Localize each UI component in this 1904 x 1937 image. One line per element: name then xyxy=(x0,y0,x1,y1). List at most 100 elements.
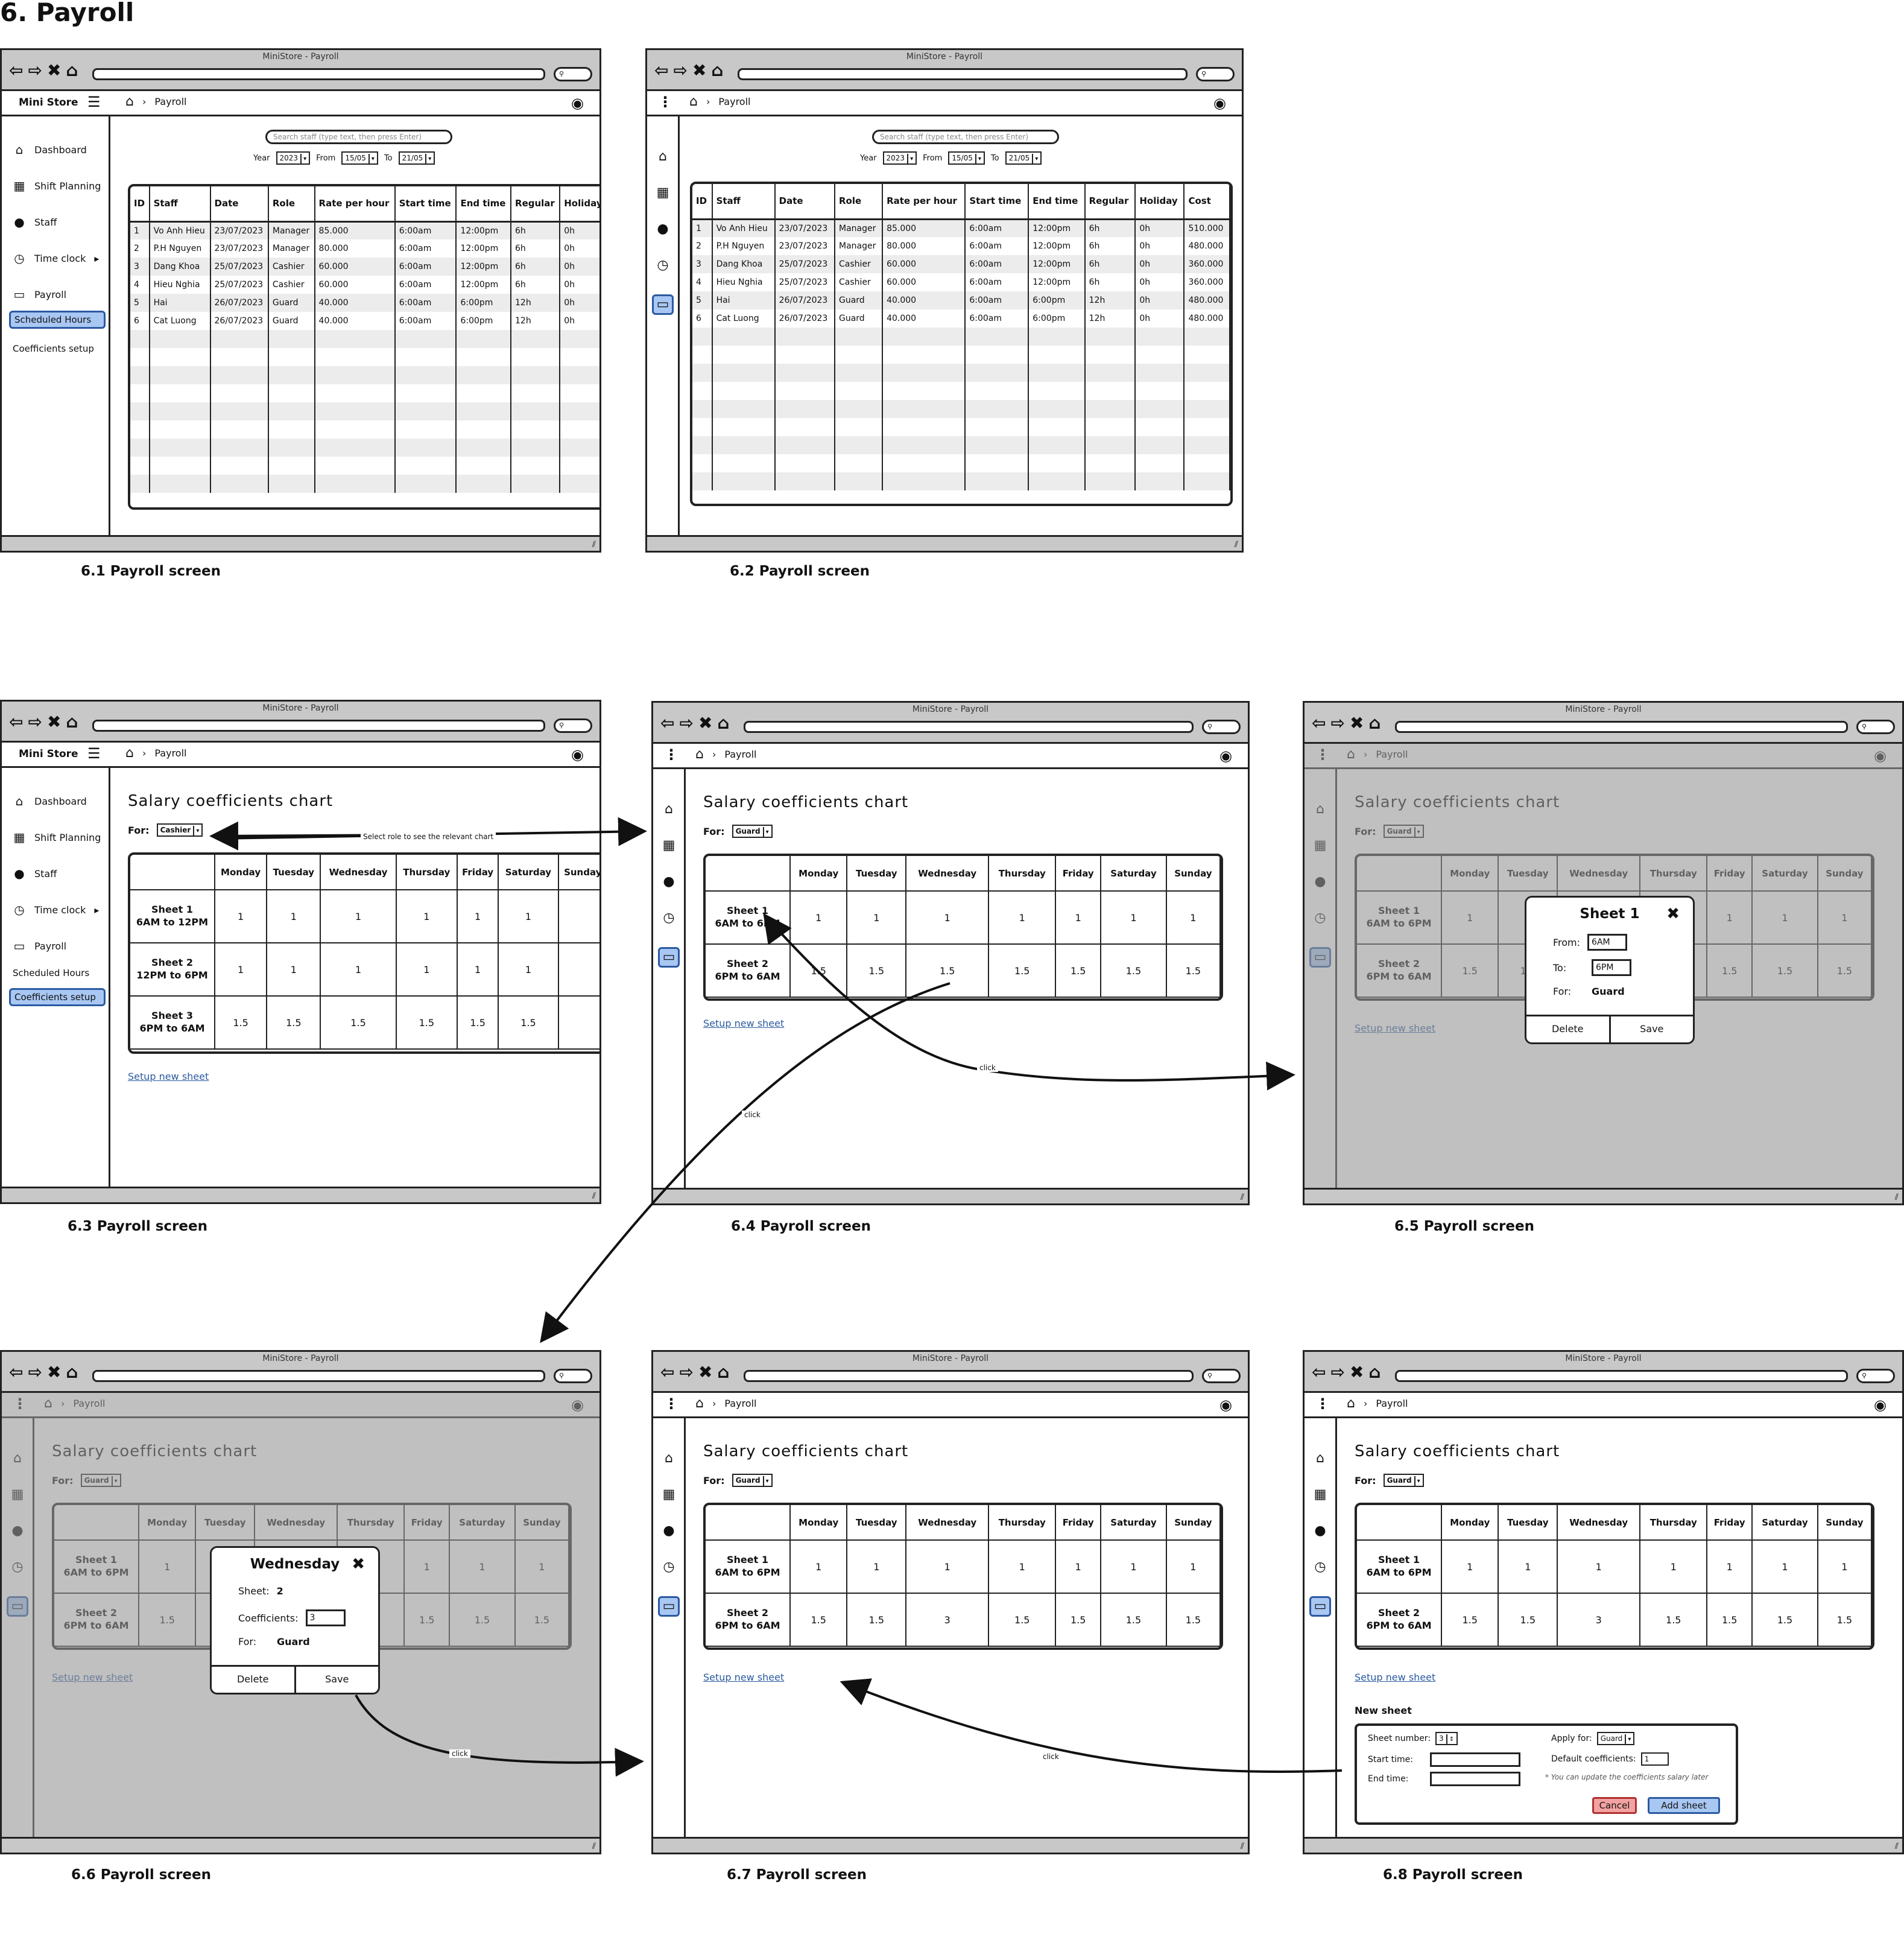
coefficient-cell[interactable]: 1.5 xyxy=(498,996,559,1050)
home-icon[interactable]: ⌂ xyxy=(695,1396,704,1411)
sidebar-item-timeclock[interactable]: ◷ Time clock ▸ xyxy=(2,901,109,919)
coefficient-cell[interactable]: 1 xyxy=(1166,1540,1221,1594)
coefficient-cell[interactable]: 1 xyxy=(320,890,397,943)
sidebar-item-coefficients[interactable]: Coefficients setup xyxy=(9,340,106,358)
column-header[interactable]: Date xyxy=(210,186,269,223)
table-row[interactable]: Sheet 2 12PM to 6PM 1 1 1 1 1 1 xyxy=(130,943,599,997)
coefficient-cell[interactable]: 1.5 xyxy=(267,996,321,1050)
coefficient-cell[interactable]: 1 xyxy=(1055,891,1102,945)
role-select[interactable]: Guard▾ xyxy=(732,825,773,838)
close-icon[interactable]: ✖ xyxy=(47,60,61,80)
sidebar-item-staff[interactable]: ● Staff xyxy=(2,213,109,231)
close-icon[interactable]: ✖ xyxy=(1350,1362,1364,1382)
menu-dots-icon[interactable]: ⋮ xyxy=(664,746,678,763)
browser-search[interactable]: ⚲ xyxy=(1202,720,1241,734)
coefficient-cell[interactable]: 1.5 xyxy=(790,1593,848,1647)
money-icon[interactable]: ▭ xyxy=(652,294,674,315)
table-row[interactable]: 4 Hieu Nghia 25/07/2023 Cashier 60.000 6:00am… xyxy=(130,276,599,294)
save-button[interactable]: Save xyxy=(296,1667,379,1693)
setup-new-sheet-link[interactable]: Setup new sheet xyxy=(1355,1672,1435,1683)
coefficient-cell[interactable]: 1 xyxy=(320,943,397,997)
back-icon[interactable]: ⇦ xyxy=(9,1362,23,1382)
table-row[interactable] xyxy=(130,366,599,384)
table-row[interactable]: 3 Dang Khoa 25/07/2023 Cashier 60.000 6:00am 1… xyxy=(130,258,599,276)
url-bar[interactable] xyxy=(92,68,545,80)
coefficient-cell[interactable] xyxy=(558,890,599,943)
back-icon[interactable]: ⇦ xyxy=(1312,1362,1326,1382)
home-icon[interactable]: ⌂ xyxy=(1368,713,1381,733)
coefficient-cell[interactable]: 1 xyxy=(1707,1540,1753,1594)
coefficient-cell[interactable]: 1.5 xyxy=(1055,1593,1102,1647)
delete-button[interactable]: Delete xyxy=(212,1667,296,1693)
close-icon[interactable]: ✖ xyxy=(1350,713,1364,733)
home-icon[interactable]: ⌂ xyxy=(658,799,680,820)
home-icon[interactable]: ⌂ xyxy=(1347,1396,1355,1411)
sidebar-item-payroll[interactable]: ▭ Payroll xyxy=(2,937,109,955)
column-header[interactable]: Date xyxy=(774,184,835,220)
table-row[interactable] xyxy=(692,382,1230,400)
menu-dots-icon[interactable]: ⋮ xyxy=(658,94,672,110)
user-avatar-icon[interactable]: ◉ xyxy=(1213,95,1226,112)
money-icon[interactable]: ▭ xyxy=(1309,1596,1331,1617)
table-row[interactable]: Sheet 16AM to 6PM1111111 xyxy=(1357,1540,1872,1594)
home-icon[interactable]: ⌂ xyxy=(717,713,729,733)
coefficient-cell[interactable]: 1.5 xyxy=(1817,1593,1872,1647)
table-row[interactable]: 2 P.H Nguyen 23/07/2023 Manager 80.000 6:00am… xyxy=(130,239,599,258)
coefficient-cell[interactable]: 1.5 xyxy=(1166,944,1221,998)
sidebar-item-payroll[interactable]: ▭ Payroll xyxy=(2,285,109,303)
coefficient-cell[interactable]: 1 xyxy=(1498,1540,1558,1594)
menu-dots-icon[interactable]: ⋮ xyxy=(1315,1395,1330,1412)
user-avatar-icon[interactable]: ◉ xyxy=(1219,1396,1232,1413)
sheet-cell[interactable]: Sheet 3 6PM to 6AM xyxy=(130,996,215,1050)
clock-icon[interactable]: ◷ xyxy=(1309,1557,1331,1577)
coefficient-cell[interactable]: 1 xyxy=(790,891,848,945)
sheet-cell[interactable]: Sheet 2 12PM to 6PM xyxy=(130,943,215,997)
browser-search[interactable]: ⚲ xyxy=(1856,720,1895,734)
coefficient-cell[interactable]: 1 xyxy=(396,943,458,997)
sidebar-item-scheduled[interactable]: Scheduled Hours xyxy=(9,964,106,982)
column-header[interactable]: ID xyxy=(130,186,150,223)
coefficient-cell[interactable]: 1 xyxy=(457,943,499,997)
sheet-cell[interactable]: Sheet 1 6AM to 12PM xyxy=(130,890,215,943)
sidebar-item-shift[interactable]: ▦ Shift Planning xyxy=(2,828,109,846)
back-icon[interactable]: ⇦ xyxy=(660,1362,674,1382)
url-bar[interactable] xyxy=(92,1370,545,1382)
save-button[interactable]: Save xyxy=(1611,1016,1694,1042)
home-icon[interactable]: ⌂ xyxy=(652,147,674,167)
search-input[interactable]: Search staff (type text, then press Ente… xyxy=(265,130,452,144)
sheet-cell[interactable]: Sheet 16AM to 6PM xyxy=(706,891,791,945)
year-select[interactable]: 2023 ▾ xyxy=(882,151,917,165)
role-select[interactable]: Cashier ▾ xyxy=(156,823,203,837)
column-header[interactable]: Role xyxy=(268,186,315,223)
home-icon[interactable]: ⌂ xyxy=(658,1448,680,1469)
browser-search[interactable]: ⚲ xyxy=(1856,1369,1895,1383)
table-row[interactable] xyxy=(692,454,1230,472)
table-row[interactable]: Sheet 16AM to 6PM1111111 xyxy=(706,891,1221,945)
table-row[interactable]: Sheet 16AM to 6PM1111111 xyxy=(706,1540,1221,1594)
coefficient-cell[interactable]: 1 xyxy=(1817,1540,1872,1594)
browser-search[interactable]: ⚲ xyxy=(554,718,592,733)
person-icon[interactable]: ● xyxy=(1309,1521,1331,1541)
coefficient-cell[interactable]: 1 xyxy=(498,943,559,997)
coefficient-cell[interactable]: 1.5 xyxy=(906,944,990,998)
resize-grip-icon[interactable]: ⫽ xyxy=(1235,540,1238,550)
coefficient-cell[interactable]: 1 xyxy=(1101,891,1167,945)
url-bar[interactable] xyxy=(738,68,1188,80)
sidebar-item-coefficients[interactable]: Coefficients setup xyxy=(9,988,106,1006)
close-icon[interactable]: ✖ xyxy=(692,60,706,80)
table-row[interactable]: 3 Dang Khoa 25/07/2023 Cashier 60.000 6:00am 1… xyxy=(692,255,1230,273)
browser-search[interactable]: ⚲ xyxy=(1196,67,1235,81)
coefficients-input[interactable]: 3 xyxy=(305,1609,346,1626)
table-row[interactable] xyxy=(130,384,599,402)
coefficient-cell[interactable]: 1 xyxy=(1752,1540,1818,1594)
breadcrumb-payroll[interactable]: Payroll xyxy=(718,96,750,107)
coefficient-cell[interactable]: 1.5 xyxy=(1707,1593,1753,1647)
from-select[interactable]: 15/05 ▾ xyxy=(948,151,985,165)
url-bar[interactable] xyxy=(92,720,545,732)
cancel-button[interactable]: Cancel xyxy=(1592,1797,1637,1814)
calendar-icon[interactable]: ▦ xyxy=(652,183,674,203)
column-header[interactable]: Regular xyxy=(1084,184,1136,220)
table-row[interactable] xyxy=(130,330,599,348)
user-avatar-icon[interactable]: ◉ xyxy=(571,746,584,763)
home-icon[interactable]: ⌂ xyxy=(717,1362,729,1382)
